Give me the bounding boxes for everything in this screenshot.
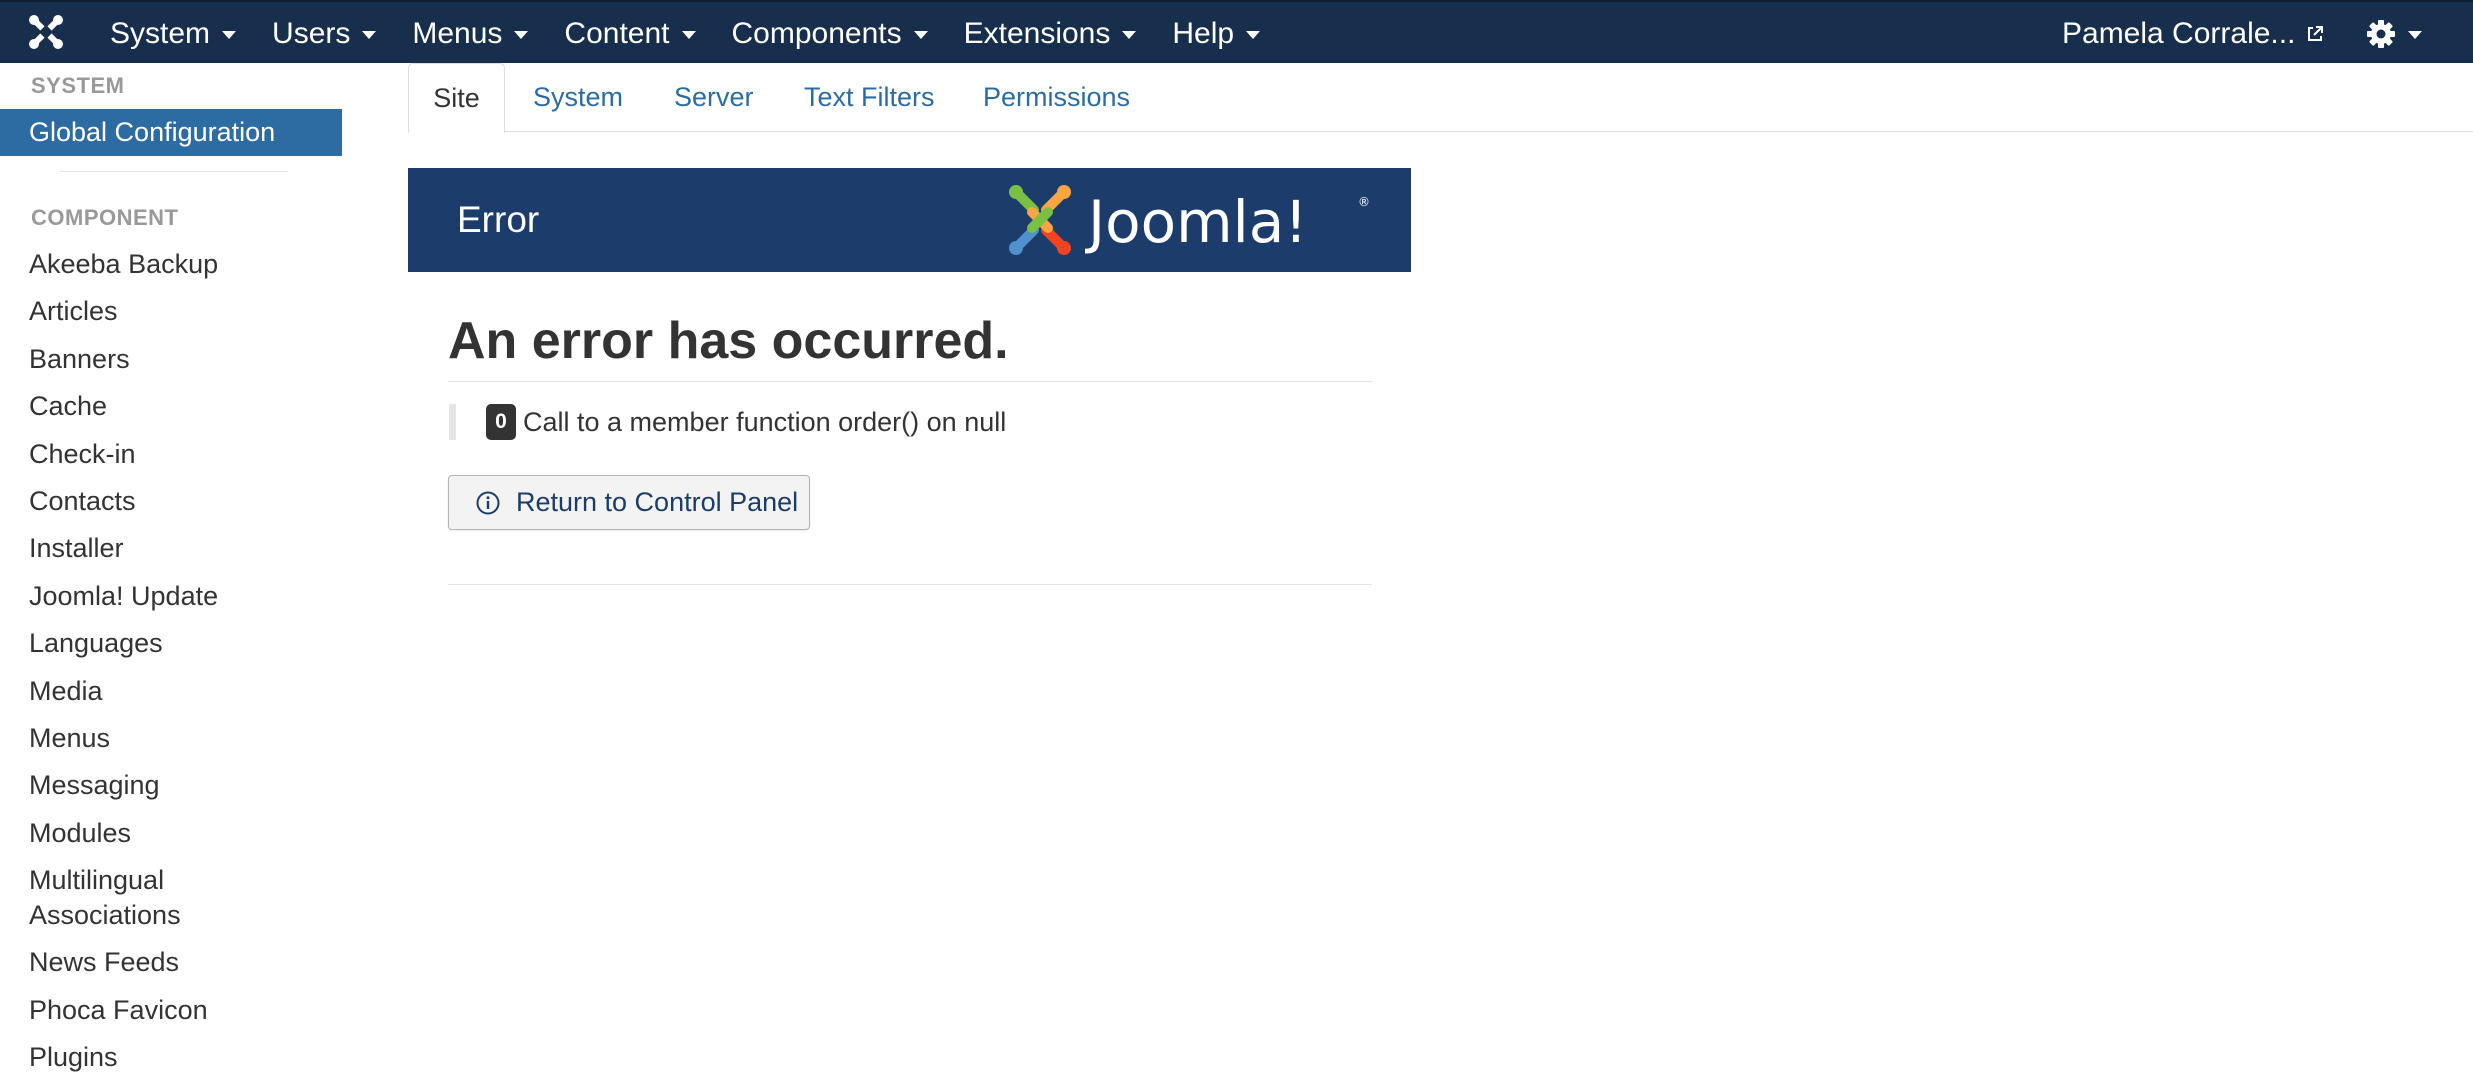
sidebar-item-contacts[interactable]: Contacts	[29, 484, 229, 519]
divider	[448, 584, 1372, 585]
sidebar-item-cache[interactable]: Cache	[29, 389, 229, 424]
sidebar-item-languages[interactable]: Languages	[29, 626, 229, 661]
menu-help[interactable]: Help	[1154, 2, 1278, 65]
top-navbar: System Users Menus Content Components Ex…	[0, 0, 2473, 63]
sidebar-item-multilingual-associations[interactable]: Multilingual Associations	[29, 863, 229, 933]
settings-menu[interactable]	[2366, 2, 2422, 65]
sidebar-component-list: Akeeba Backup Articles Banners Cache Che…	[29, 247, 229, 1080]
config-tabs: Site System Server Text Filters Permissi…	[408, 63, 2473, 133]
sidebar-heading-component: COMPONENT	[31, 205, 179, 230]
error-banner: Error Joomla! ®	[408, 168, 1411, 272]
sidebar-item-articles[interactable]: Articles	[29, 294, 229, 329]
return-button-label: Return to Control Panel	[516, 487, 799, 517]
user-label: Pamela Corrale...	[2062, 16, 2296, 50]
caret-down-icon	[1122, 31, 1137, 39]
main-menu: System Users Menus Content Components Ex…	[92, 2, 1278, 65]
sidebar-item-phoca-favicon[interactable]: Phoca Favicon	[29, 993, 229, 1028]
caret-down-icon	[1246, 31, 1261, 39]
tab-server[interactable]: Server	[674, 63, 754, 132]
caret-down-icon	[681, 31, 696, 39]
gear-icon	[2367, 19, 2395, 48]
sidebar-divider	[60, 171, 288, 172]
tab-site[interactable]: Site	[408, 63, 505, 133]
menu-system[interactable]: System	[92, 2, 254, 65]
error-message: Call to a member function order() on nul…	[523, 406, 1007, 437]
banner-title: Error	[457, 199, 540, 240]
sidebar-item-plugins[interactable]: Plugins	[29, 1040, 229, 1075]
user-site-link[interactable]: Pamela Corrale...	[2062, 2, 2325, 65]
caret-down-icon	[514, 31, 529, 39]
sidebar-item-messaging[interactable]: Messaging	[29, 768, 229, 803]
return-to-control-panel-button[interactable]: Return to Control Panel	[448, 475, 810, 530]
menu-users[interactable]: Users	[254, 2, 394, 65]
sidebar-item-joomla-update[interactable]: Joomla! Update	[29, 579, 229, 614]
caret-down-icon	[222, 31, 237, 39]
blockquote-bar	[449, 404, 456, 440]
sidebar-item-check-in[interactable]: Check-in	[29, 437, 229, 472]
caret-down-icon	[362, 31, 377, 39]
joomla-icon[interactable]	[26, 12, 66, 52]
caret-down-icon	[913, 31, 928, 39]
menu-menus[interactable]: Menus	[394, 2, 546, 65]
menu-content[interactable]: Content	[546, 2, 713, 65]
sidebar-item-news-feeds[interactable]: News Feeds	[29, 945, 229, 980]
info-circle-icon	[476, 491, 500, 514]
svg-text:®: ®	[1358, 195, 1370, 209]
tab-permissions[interactable]: Permissions	[983, 63, 1130, 132]
divider	[448, 381, 1372, 382]
caret-down-icon	[2408, 31, 2422, 39]
sidebar: SYSTEM Global Configuration COMPONENT Ak…	[0, 63, 342, 1080]
menu-extensions[interactable]: Extensions	[946, 2, 1155, 65]
error-code-badge: 0	[486, 404, 516, 440]
tab-system[interactable]: System	[533, 63, 623, 132]
sidebar-heading-system: SYSTEM	[31, 73, 125, 98]
external-link-icon	[2308, 25, 2324, 41]
sidebar-item-global-configuration[interactable]: Global Configuration	[0, 109, 342, 156]
sidebar-item-modules[interactable]: Modules	[29, 816, 229, 851]
tab-text-filters[interactable]: Text Filters	[804, 63, 935, 132]
error-heading: An error has occurred.	[448, 312, 1009, 370]
joomla-logo: Joomla! ®	[1009, 185, 1370, 256]
sidebar-item-banners[interactable]: Banners	[29, 342, 229, 377]
sidebar-item-menus[interactable]: Menus	[29, 721, 229, 756]
menu-components[interactable]: Components	[714, 2, 946, 65]
sidebar-item-installer[interactable]: Installer	[29, 531, 229, 566]
svg-text:Joomla!: Joomla!	[1085, 188, 1307, 256]
sidebar-item-media[interactable]: Media	[29, 674, 229, 709]
sidebar-item-akeeba-backup[interactable]: Akeeba Backup	[29, 247, 229, 282]
